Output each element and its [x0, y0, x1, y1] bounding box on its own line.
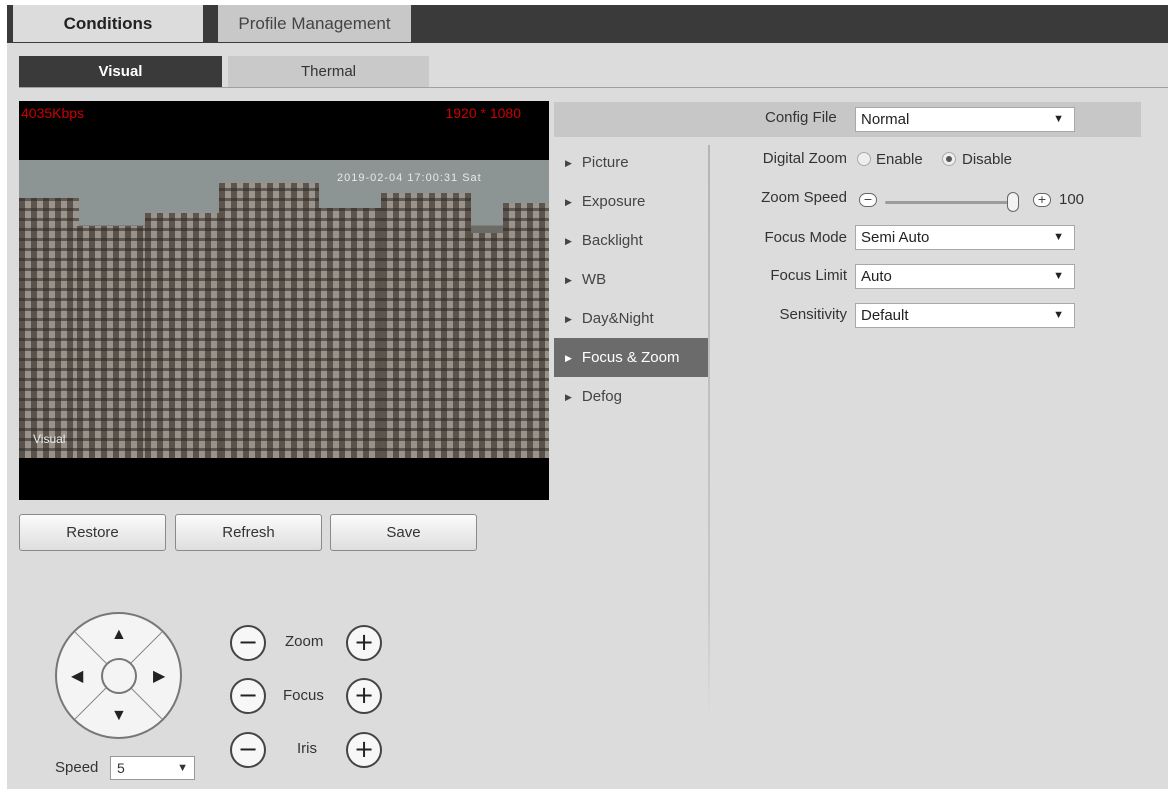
menu-arrow-icon: ▶ [565, 353, 572, 363]
menu-item-label: Backlight [581, 232, 643, 249]
menu-item-wb[interactable]: ▶ WB [554, 260, 708, 299]
focus-label: Focus [283, 687, 324, 704]
arrow-up-icon[interactable]: ▲ [111, 626, 127, 644]
sensitivity-value: Default [861, 307, 909, 324]
menu-item-defog[interactable]: ▶ Defog [554, 377, 708, 416]
focus-limit-select[interactable]: Auto ▼ [855, 264, 1075, 289]
speed-label: Speed [55, 759, 99, 776]
config-file-select[interactable]: Normal ▼ [855, 107, 1075, 132]
save-button[interactable]: Save [330, 514, 477, 551]
bitrate-overlay: 4035Kbps [21, 105, 85, 121]
menu-divider [708, 145, 710, 720]
focus-limit-value: Auto [861, 268, 892, 285]
menu-item-label: Focus & Zoom [581, 349, 680, 366]
iris-minus-button[interactable]: − [230, 732, 266, 768]
menu-arrow-icon: ▶ [565, 275, 572, 285]
config-file-label: Config File [765, 109, 837, 126]
chevron-down-icon: ▼ [1053, 231, 1064, 243]
subtab-visual[interactable]: Visual [19, 56, 222, 87]
channel-label: Visual [33, 432, 66, 446]
menu-arrow-icon: ▶ [565, 197, 572, 207]
focus-minus-button[interactable]: − [230, 678, 266, 714]
sensitivity-label: Sensitivity [779, 306, 847, 323]
digital-zoom-enable-radio[interactable] [857, 152, 871, 166]
chevron-down-icon: ▼ [1053, 270, 1064, 282]
tab-profile-management[interactable]: Profile Management [212, 5, 411, 42]
app-frame: Conditions Profile Management Visual The… [7, 5, 1168, 789]
focus-limit-label: Focus Limit [770, 267, 847, 284]
menu-item-label: Day&Night [581, 310, 654, 327]
top-tab-bar: Conditions Profile Management [7, 5, 1168, 42]
menu-arrow-icon: ▶ [565, 158, 572, 168]
digital-zoom-enable-label: Enable [876, 151, 923, 168]
ptz-direction-pad[interactable]: ▲ ▼ ◀ ▶ [55, 612, 182, 739]
subtab-thermal[interactable]: Thermal [228, 56, 429, 87]
speed-value: 5 [117, 760, 125, 776]
menu-arrow-icon: ▶ [565, 314, 572, 324]
menu-item-day-night[interactable]: ▶ Day&Night [554, 299, 708, 338]
menu-arrow-icon: ▶ [565, 392, 572, 402]
menu-item-label: Exposure [581, 193, 646, 210]
arrow-down-icon[interactable]: ▼ [111, 707, 127, 725]
menu-item-backlight[interactable]: ▶ Backlight [554, 221, 708, 260]
arrow-left-icon[interactable]: ◀ [71, 666, 83, 686]
iris-plus-button[interactable]: + [346, 732, 382, 768]
zoom-minus-button[interactable]: − [230, 625, 266, 661]
sensitivity-select[interactable]: Default ▼ [855, 303, 1075, 328]
digital-zoom-disable-label: Disable [962, 151, 1013, 168]
resolution-overlay: 1920 * 1080 [445, 105, 521, 121]
tab-conditions[interactable]: Conditions [13, 5, 203, 42]
menu-arrow-icon: ▶ [565, 236, 572, 246]
focus-mode-value: Semi Auto [861, 229, 930, 246]
chevron-down-icon: ▼ [1053, 309, 1064, 321]
subtab-divider [19, 87, 1168, 88]
video-preview[interactable]: 4035Kbps 1920 * 1080 2019-02-04 17:00:31… [19, 101, 549, 500]
menu-item-label: WB [581, 271, 607, 288]
menu-item-picture[interactable]: ▶ Picture [554, 143, 708, 182]
focus-plus-button[interactable]: + [346, 678, 382, 714]
zoom-speed-slider-thumb[interactable] [1007, 192, 1019, 212]
chevron-down-icon: ▼ [1053, 113, 1064, 125]
settings-menu: ▶ Picture ▶ Exposure ▶ Backlight ▶ WB ▶ Day&N… [554, 143, 708, 416]
zoom-label: Zoom [285, 633, 324, 650]
restore-button[interactable]: Restore [19, 514, 166, 551]
top-divider [7, 42, 1168, 43]
digital-zoom-disable-radio[interactable] [942, 152, 956, 166]
zoom-speed-label: Zoom Speed [761, 189, 847, 206]
zoom-speed-decrease-button[interactable]: − [859, 193, 877, 207]
arrow-right-icon[interactable]: ▶ [153, 666, 165, 686]
speed-select[interactable]: 5 ▼ [110, 756, 195, 780]
zoom-speed-value: 100 [1059, 191, 1085, 208]
menu-item-label: Defog [581, 388, 622, 405]
timestamp-overlay: 2019-02-04 17:00:31 Sat [337, 172, 482, 184]
config-file-value: Normal [861, 111, 910, 128]
ptz-center-button[interactable] [101, 658, 137, 694]
zoom-plus-button[interactable]: + [346, 625, 382, 661]
menu-item-exposure[interactable]: ▶ Exposure [554, 182, 708, 221]
zoom-speed-increase-button[interactable]: + [1033, 193, 1051, 207]
zoom-speed-track[interactable] [885, 201, 1016, 204]
menu-item-label: Picture [581, 154, 629, 171]
chevron-down-icon: ▼ [177, 762, 188, 774]
focus-mode-label: Focus Mode [764, 229, 847, 246]
camera-scene: 2019-02-04 17:00:31 Sat Visual [19, 160, 549, 458]
menu-item-focus-zoom[interactable]: ▶ Focus & Zoom [554, 338, 708, 377]
digital-zoom-label: Digital Zoom [762, 150, 847, 167]
refresh-button[interactable]: Refresh [175, 514, 322, 551]
focus-mode-select[interactable]: Semi Auto ▼ [855, 225, 1075, 250]
iris-label: Iris [297, 740, 317, 757]
